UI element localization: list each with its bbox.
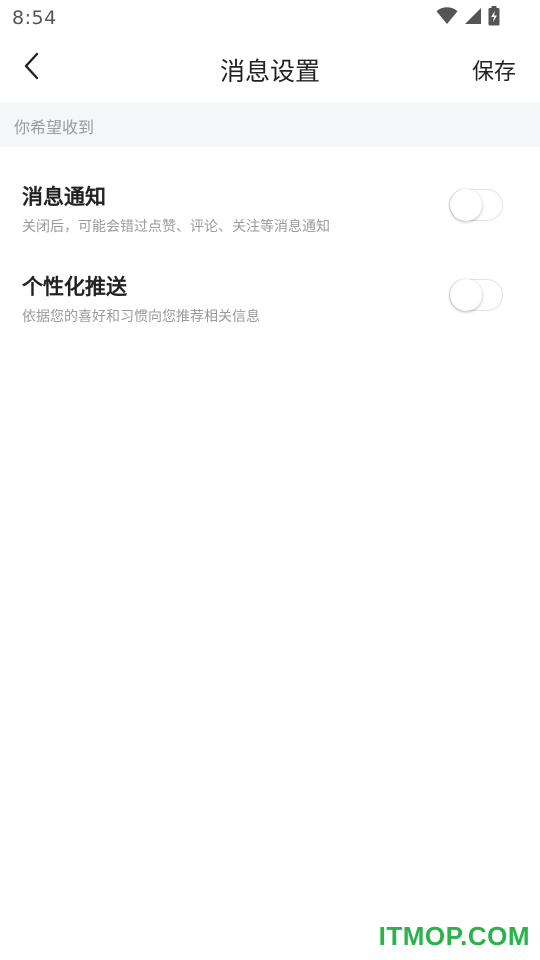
section-header: 你希望收到: [0, 102, 540, 147]
wifi-icon: [436, 7, 458, 29]
page-title: 消息设置: [219, 57, 320, 86]
setting-title: 消息通知: [22, 185, 106, 209]
setting-description: 依据您的喜好和习惯向您推荐相关信息: [22, 309, 260, 325]
setting-row-message-notification: 消息通知 关闭后，可能会错过点赞、评论、关注等消息通知: [0, 170, 540, 250]
status-icons: [436, 6, 500, 30]
status-bar: 8:54: [0, 0, 540, 36]
cell-signal-icon: [464, 7, 482, 29]
setting-description: 关闭后，可能会错过点赞、评论、关注等消息通知: [22, 219, 330, 235]
battery-charging-icon: [488, 6, 500, 30]
watermark: ITMOP.COM: [378, 921, 530, 951]
status-time: 8:54: [12, 7, 57, 29]
message-settings-screen: 8:54 消息设置 保存 你希望收到 消息通知 关闭后，可能会错过点赞、评论、关…: [0, 0, 540, 960]
toggle-knob: [450, 279, 482, 311]
message-notification-toggle[interactable]: [449, 189, 503, 221]
setting-row-personalized-push: 个性化推送 依据您的喜好和习惯向您推荐相关信息: [0, 260, 540, 340]
app-header: 消息设置 保存: [0, 36, 540, 102]
save-button[interactable]: 保存: [472, 54, 516, 86]
setting-title: 个性化推送: [22, 275, 127, 299]
toggle-knob: [450, 189, 482, 221]
personalized-push-toggle[interactable]: [449, 279, 503, 311]
section-header-label: 你希望收到: [14, 118, 95, 137]
